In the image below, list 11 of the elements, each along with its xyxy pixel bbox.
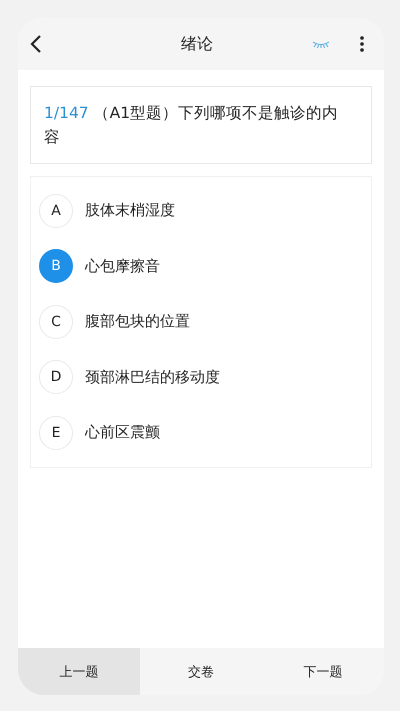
- option-text[interactable]: 颈部淋巴结的移动度: [85, 368, 220, 387]
- option-text[interactable]: 腹部包块的位置: [85, 312, 190, 332]
- option-text[interactable]: 肢体末梢湿度: [85, 201, 175, 220]
- option-letter[interactable]: D: [39, 360, 73, 394]
- option-text[interactable]: 心包摩擦音: [85, 256, 160, 276]
- option-letter[interactable]: A: [39, 194, 73, 228]
- option-text[interactable]: 心前区震颤: [85, 423, 160, 442]
- page-title: 绪论: [181, 34, 213, 54]
- option-letter[interactable]: C: [39, 304, 73, 339]
- option-letter[interactable]: E: [39, 416, 73, 450]
- question-text: 1/147 （A1型题）下列哪项不是触诊的内容: [30, 86, 372, 164]
